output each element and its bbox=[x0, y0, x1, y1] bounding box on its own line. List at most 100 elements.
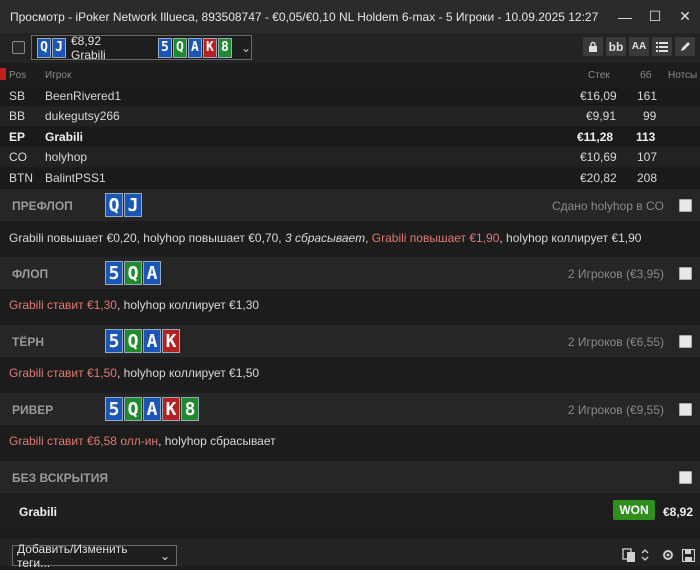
street-actions-preflop: Grabili повышает €0,20, holyhop повышает… bbox=[9, 231, 641, 245]
save-icon[interactable] bbox=[680, 546, 696, 564]
window-title: Просмотр - iPoker Network Illueca, 89350… bbox=[10, 9, 599, 24]
row-player: Grabili bbox=[45, 130, 84, 144]
street-header-preflop: ПРЕФЛОП Q J Сдано holyhop в CO bbox=[0, 189, 700, 221]
title-bar: Просмотр - iPoker Network Illueca, 89350… bbox=[0, 0, 700, 33]
street-title: БЕЗ ВСКРЫТИЯ bbox=[12, 471, 109, 485]
settings-icon[interactable] bbox=[660, 546, 676, 564]
action-text: , holyhop сбрасывает bbox=[158, 434, 276, 448]
pencil-icon[interactable] bbox=[675, 37, 695, 56]
close-button[interactable]: ✕ bbox=[670, 0, 700, 33]
list-icon[interactable] bbox=[652, 37, 672, 56]
row-stack: €10,69 bbox=[580, 150, 617, 164]
header-stack: Стек bbox=[588, 70, 610, 81]
row-player: dukegutsy266 bbox=[45, 109, 120, 123]
street-card: 5 bbox=[105, 397, 123, 421]
header-notes: Нотсы bbox=[668, 70, 698, 81]
font-size-icon[interactable]: AA bbox=[629, 37, 649, 56]
table-row[interactable]: SB BeenRivered1 €16,09 161 bbox=[0, 86, 700, 106]
note-icon[interactable] bbox=[679, 267, 692, 280]
street-card: K bbox=[162, 329, 180, 353]
table-row-hero[interactable]: EP Grabili €11,28 113 bbox=[0, 127, 700, 147]
header-bb: бб bbox=[640, 70, 652, 81]
street-card: K bbox=[162, 397, 180, 421]
street-header-turn: ТЁРН 5 Q A K 2 Игроков (€6,55) bbox=[0, 325, 700, 357]
board-card: A bbox=[187, 37, 202, 58]
hand-card: J bbox=[52, 37, 66, 58]
street-card: A bbox=[143, 329, 161, 353]
action-text-hero: Grabili повышает €1,90 bbox=[371, 231, 500, 245]
street-summary: 2 Игроков (€6,55) bbox=[567, 335, 664, 349]
street-title: ФЛОП bbox=[12, 267, 49, 281]
street-summary: 2 Игроков (€3,95) bbox=[567, 267, 664, 281]
minimize-button[interactable]: — bbox=[610, 0, 640, 33]
result-amount: €8,92 bbox=[663, 505, 694, 519]
street-card: A bbox=[143, 397, 161, 421]
street-title: ПРЕФЛОП bbox=[12, 199, 73, 213]
won-badge: WON bbox=[613, 500, 655, 520]
table-row[interactable]: BTN BalintPSS1 €20,82 208 bbox=[0, 168, 700, 188]
row-player: BeenRivered1 bbox=[45, 89, 122, 103]
row-pos: BB bbox=[9, 109, 26, 123]
action-text: , bbox=[365, 231, 372, 245]
chevron-down-icon: ⌄ bbox=[240, 40, 251, 55]
row-bb: 161 bbox=[637, 89, 658, 103]
street-actions-flop: Grabili ставит €1,30, holyhop коллирует … bbox=[9, 298, 259, 312]
note-icon[interactable] bbox=[679, 471, 692, 484]
street-title: РИВЕР bbox=[12, 403, 54, 417]
street-card: Q bbox=[105, 193, 123, 217]
table-row[interactable]: CO holyhop €10,69 107 bbox=[0, 147, 700, 167]
street-card: J bbox=[124, 193, 142, 217]
bb-icon[interactable]: bb bbox=[606, 37, 626, 56]
street-card: 5 bbox=[105, 329, 123, 353]
row-bb: 113 bbox=[636, 130, 656, 144]
hand-card: Q bbox=[37, 37, 51, 58]
street-card: Q bbox=[124, 261, 142, 285]
row-player: holyhop bbox=[45, 150, 88, 164]
board-card: 8 bbox=[217, 37, 232, 58]
action-text: Grabili повышает €0,20, holyhop повышает… bbox=[9, 231, 285, 245]
action-text: , holyhop коллирует €1,90 bbox=[499, 231, 642, 245]
street-header-showdown: БЕЗ ВСКРЫТИЯ bbox=[0, 461, 700, 493]
row-pos: EP bbox=[9, 130, 26, 144]
street-actions-river: Grabili ставит €6,58 олл-ин, holyhop сбр… bbox=[9, 434, 276, 448]
row-stack: €9,91 bbox=[586, 109, 617, 123]
action-text-folds: 3 сбрасывает bbox=[284, 231, 366, 245]
board-card: 5 bbox=[157, 37, 172, 58]
side-tab-marker bbox=[0, 68, 6, 80]
row-stack: €16,09 bbox=[580, 89, 617, 103]
header-player: Игрок bbox=[45, 70, 72, 81]
action-text-hero: Grabili ставит €1,50 bbox=[9, 366, 117, 380]
street-card: Q bbox=[124, 329, 142, 353]
street-card: Q bbox=[124, 397, 142, 421]
note-icon[interactable] bbox=[679, 335, 692, 348]
copy-options-icon[interactable] bbox=[639, 546, 651, 564]
note-icon[interactable] bbox=[679, 199, 692, 212]
chevron-down-icon: ⌄ bbox=[159, 548, 170, 563]
street-card: 8 bbox=[181, 397, 199, 421]
hand-label: €8,92 Grabili bbox=[71, 33, 106, 62]
result-row: Grabili €8,92 bbox=[0, 494, 700, 528]
action-text-hero: Grabili ставит €1,30 bbox=[9, 298, 117, 312]
street-header-river: РИВЕР 5 Q A K 8 2 Игроков (€9,55) bbox=[0, 393, 700, 425]
hand-selector[interactable]: Q J €8,92 Grabili 5 Q A K 8 ⌄ bbox=[31, 33, 252, 62]
street-actions-turn: Grabili ставит €1,50, holyhop коллирует … bbox=[9, 366, 259, 380]
street-summary: 2 Игроков (€9,55) bbox=[567, 403, 664, 417]
note-icon[interactable] bbox=[679, 403, 692, 416]
row-pos: CO bbox=[9, 150, 27, 164]
row-pos: BTN bbox=[9, 171, 33, 185]
street-card: A bbox=[143, 261, 161, 285]
action-text-hero: Grabili ставит €6,58 олл-ин bbox=[9, 434, 159, 448]
maximize-button[interactable]: ☐ bbox=[640, 0, 670, 33]
copy-icon[interactable] bbox=[620, 546, 638, 564]
header-pos: Pos bbox=[9, 70, 27, 81]
result-player: Grabili bbox=[19, 505, 58, 519]
tags-label: Добавить/Изменить теги... bbox=[17, 541, 128, 570]
row-bb: 107 bbox=[637, 150, 658, 164]
table-row[interactable]: BB dukegutsy266 €9,91 99 bbox=[0, 106, 700, 126]
row-pos: SB bbox=[9, 89, 26, 103]
lock-icon[interactable] bbox=[583, 37, 603, 56]
select-hand-checkbox[interactable] bbox=[12, 41, 25, 54]
row-bb: 208 bbox=[637, 171, 658, 185]
row-player: BalintPSS1 bbox=[45, 171, 106, 185]
tags-dropdown[interactable]: Добавить/Изменить теги... ⌄ bbox=[12, 542, 177, 570]
